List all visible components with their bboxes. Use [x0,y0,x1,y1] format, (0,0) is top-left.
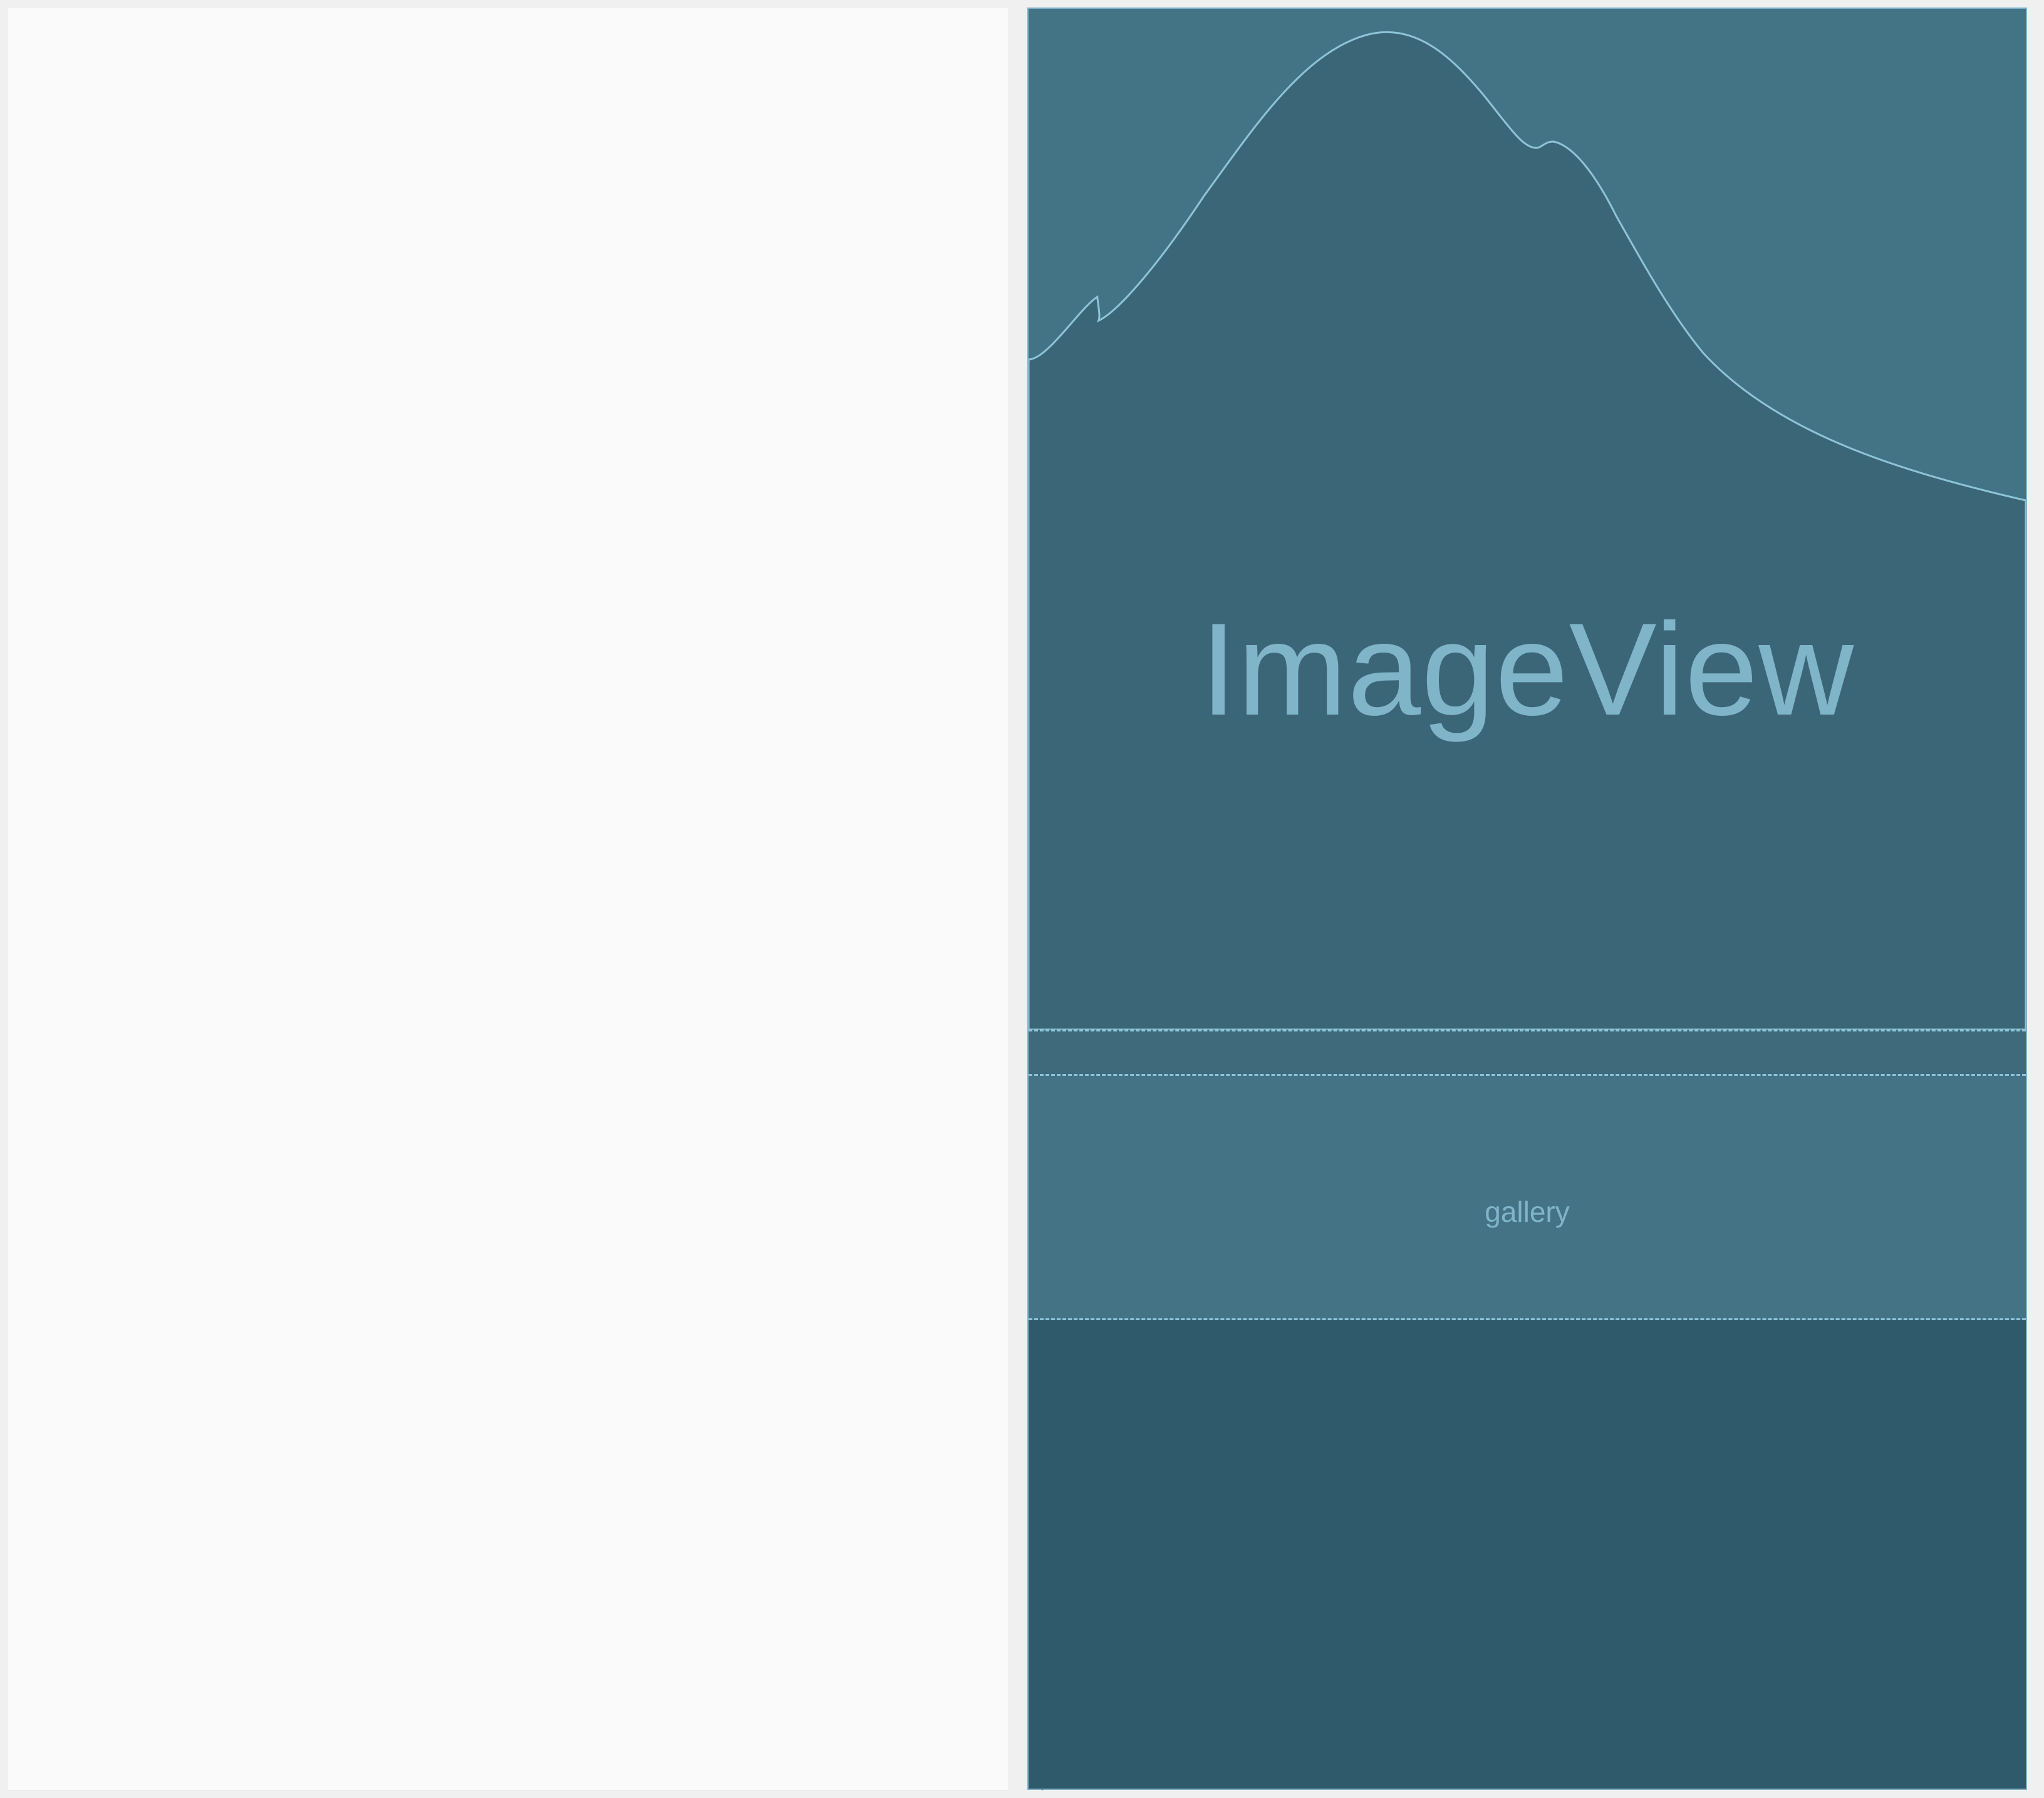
layout-editor-canvas: ImageView gallery ´ [0,0,2044,1798]
empty-blueprint-area [1029,1320,2026,1789]
mountain-shape [1029,31,2026,1030]
gallery-view[interactable]: gallery [1029,1076,2026,1320]
divider-view[interactable] [1029,1030,2026,1076]
design-preview-pane[interactable] [8,8,1009,1790]
blueprint-pane[interactable]: ImageView gallery [1027,8,2027,1790]
gallery-label: gallery [1485,1196,1570,1228]
resize-handle-icon[interactable]: ´ [1041,1788,1047,1797]
imageview-label: ImageView [1200,596,1855,743]
mountain-placeholder-icon [1029,31,2026,1030]
imageview-placeholder[interactable]: ImageView [1029,9,2026,1030]
